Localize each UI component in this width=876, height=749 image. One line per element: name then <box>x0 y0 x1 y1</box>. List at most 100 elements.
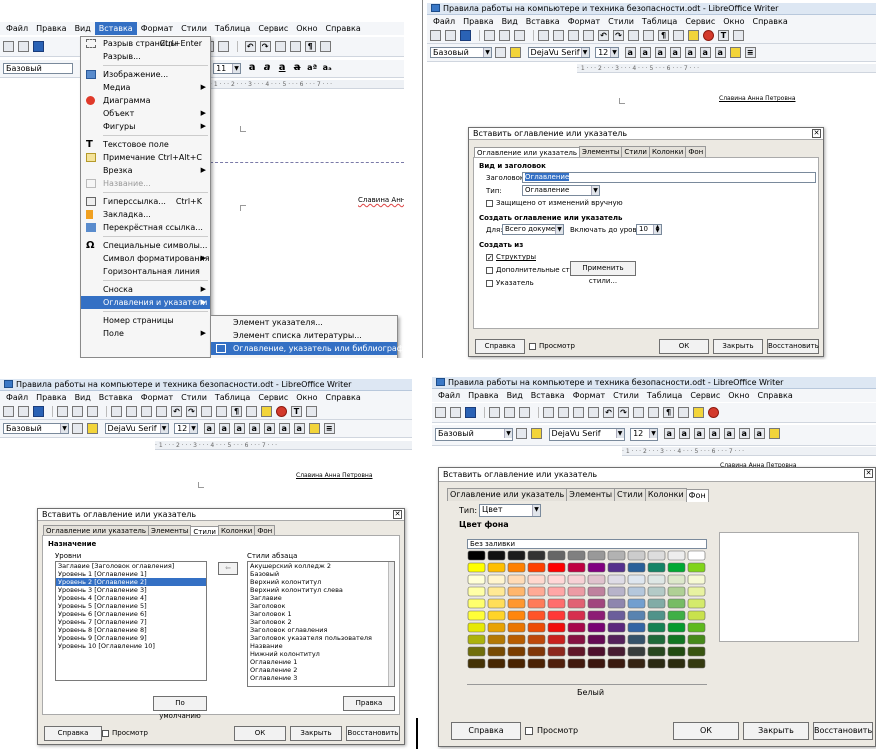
color-swatch[interactable] <box>467 622 486 633</box>
superscript-icon[interactable]: a <box>723 428 735 439</box>
color-palette[interactable] <box>467 550 709 670</box>
table-icon[interactable] <box>673 30 684 41</box>
reset-button[interactable]: Восстановить <box>767 339 819 354</box>
list-item[interactable]: Уровень 9 [Оглавление 9] <box>56 634 206 642</box>
color-swatch[interactable] <box>467 658 486 669</box>
color-swatch[interactable] <box>507 562 526 573</box>
tab-background[interactable]: Фон <box>685 146 707 157</box>
strikethrough-icon[interactable]: a <box>292 63 303 74</box>
title-input[interactable]: Оглавление <box>522 172 816 183</box>
superscript-icon[interactable]: aª <box>307 63 318 74</box>
color-swatch[interactable] <box>587 598 606 609</box>
color-swatch[interactable] <box>647 574 666 585</box>
menu-insert[interactable]: Вставка <box>94 22 137 35</box>
list-item[interactable]: Название <box>248 642 394 650</box>
color-swatch[interactable] <box>567 550 586 561</box>
list-item[interactable]: Заголовок оглавления <box>248 626 394 634</box>
list-item[interactable]: Заглавие [Заголовок оглавления] <box>56 562 206 570</box>
undo-icon[interactable]: ↶ <box>603 407 614 418</box>
color-swatch[interactable] <box>567 598 586 609</box>
close-button[interactable]: Закрыть <box>713 339 763 354</box>
chart-icon[interactable] <box>276 406 287 417</box>
font-color-icon[interactable]: a <box>714 47 726 58</box>
close-button[interactable]: Закрыть <box>290 726 342 741</box>
redo-icon[interactable]: ↷ <box>618 407 629 418</box>
spellcheck-icon[interactable] <box>643 30 654 41</box>
color-swatch[interactable] <box>487 586 506 597</box>
menu-item-media[interactable]: Медиа ▶ <box>81 81 210 94</box>
copy-icon[interactable] <box>553 30 564 41</box>
color-swatch[interactable] <box>627 574 646 585</box>
list-item[interactable]: Заголовок указателя пользователя <box>248 634 394 642</box>
color-swatch[interactable] <box>547 658 566 669</box>
preview-checkbox[interactable] <box>525 727 533 735</box>
menu-insert[interactable]: Вставка <box>95 391 137 404</box>
color-swatch[interactable] <box>587 562 606 573</box>
superscript-icon[interactable]: a <box>263 423 275 434</box>
color-swatch[interactable] <box>547 622 566 633</box>
color-swatch[interactable] <box>567 610 586 621</box>
color-swatch[interactable] <box>487 658 506 669</box>
chart-icon[interactable] <box>703 30 714 41</box>
menu-edit[interactable]: Правка <box>464 389 502 402</box>
menu-table[interactable]: Таблица <box>211 391 254 404</box>
color-swatch[interactable] <box>567 634 586 645</box>
menu-format[interactable]: Формат <box>137 391 177 404</box>
list-item[interactable]: Уровень 8 [Оглавление 8] <box>56 626 206 634</box>
cut-icon[interactable] <box>111 406 122 417</box>
bold-icon[interactable]: a <box>624 47 636 58</box>
color-swatch[interactable] <box>507 634 526 645</box>
menu-window[interactable]: Окно <box>292 22 321 35</box>
redo-icon[interactable]: ↷ <box>259 41 271 52</box>
underline-icon[interactable]: a <box>654 47 666 58</box>
color-swatch[interactable] <box>507 550 526 561</box>
menu-item-special-character[interactable]: Ω Специальные символы... <box>81 239 210 252</box>
color-swatch[interactable] <box>527 634 546 645</box>
tab-styles[interactable]: Стили <box>614 488 646 501</box>
menu-tools[interactable]: Сервис <box>254 22 292 35</box>
color-swatch[interactable] <box>547 598 566 609</box>
color-swatch[interactable] <box>667 610 686 621</box>
new-doc-icon[interactable] <box>3 406 14 417</box>
color-swatch[interactable] <box>687 550 706 561</box>
color-swatch[interactable] <box>527 598 546 609</box>
formatting-marks-icon[interactable]: ¶ <box>231 406 242 417</box>
menu-window[interactable]: Окно <box>719 15 748 28</box>
color-swatch[interactable] <box>507 622 526 633</box>
formatting-marks-icon[interactable]: ¶ <box>658 30 669 41</box>
color-swatch[interactable] <box>667 550 686 561</box>
horizontal-ruler[interactable]: · 1 · · · 2 · · · 3 · · · 4 · · · 5 · · … <box>577 64 876 73</box>
print-preview-icon[interactable] <box>519 407 530 418</box>
color-swatch[interactable] <box>587 586 606 597</box>
color-swatch[interactable] <box>647 562 666 573</box>
find-replace-icon[interactable] <box>201 406 212 417</box>
menu-item-toc-index[interactable]: Оглавления и указатели ▶ <box>81 296 210 309</box>
levels-list[interactable]: Заглавие [Заголовок оглавления] Уровень … <box>55 561 207 681</box>
list-item[interactable]: Уровень 4 [Оглавление 4] <box>56 594 206 602</box>
export-pdf-icon[interactable] <box>484 30 495 41</box>
color-swatch[interactable] <box>547 574 566 585</box>
help-button[interactable]: Справка <box>44 726 102 741</box>
spinner-arrows-icon[interactable]: ▲ ▼ <box>653 225 661 234</box>
menu-item-break[interactable]: Разрыв... <box>81 50 210 63</box>
color-swatch[interactable] <box>567 658 586 669</box>
structure-checkbox[interactable]: ✓ <box>486 254 493 262</box>
new-doc-icon[interactable] <box>430 30 441 41</box>
menu-item-footnote[interactable]: Сноска ▶ <box>81 283 210 296</box>
menu-edit[interactable]: Правка <box>32 391 70 404</box>
page-break-icon[interactable] <box>733 30 744 41</box>
tab-entries[interactable]: Элементы <box>566 488 616 501</box>
color-swatch[interactable] <box>547 634 566 645</box>
color-swatch[interactable] <box>487 610 506 621</box>
list-item[interactable]: Акушерский колледж 2 <box>248 562 394 570</box>
menu-file[interactable]: Файл <box>429 15 459 28</box>
menu-insert[interactable]: Вставка <box>522 15 564 28</box>
color-swatch[interactable] <box>687 622 706 633</box>
color-swatch[interactable] <box>527 658 546 669</box>
color-swatch[interactable] <box>687 646 706 657</box>
color-swatch[interactable] <box>567 622 586 633</box>
menu-item-text-box[interactable]: T Текстовое поле <box>81 138 210 151</box>
color-swatch[interactable] <box>547 562 566 573</box>
color-swatch[interactable] <box>687 610 706 621</box>
strikethrough-icon[interactable]: a <box>669 47 681 58</box>
